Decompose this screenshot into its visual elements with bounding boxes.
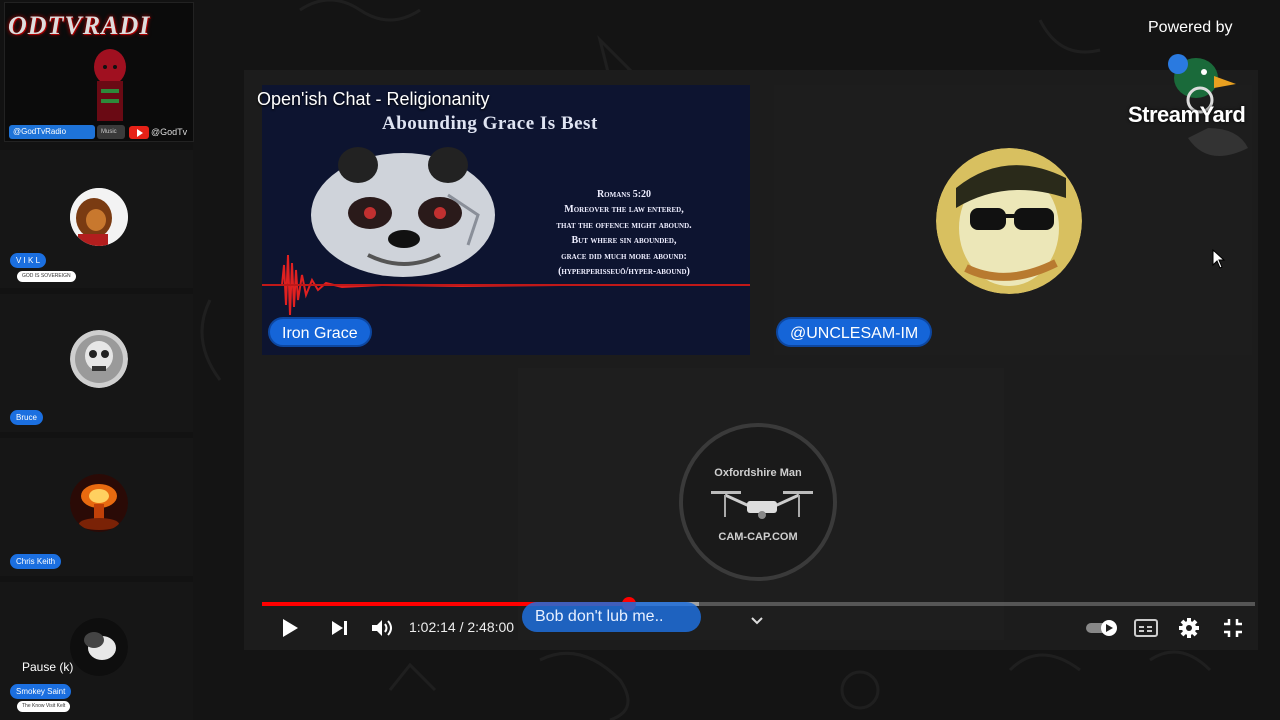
participant-name-label: @UNCLESAM-IM xyxy=(776,317,933,347)
guest-tile[interactable]: Bruce xyxy=(0,294,193,432)
play-button[interactable] xyxy=(275,614,305,642)
verse-line: that the offence might abound. xyxy=(556,219,692,231)
chevron-down-icon[interactable] xyxy=(750,616,764,626)
guest-name-badge: Chris Keith xyxy=(10,554,62,569)
social-badge-small: Music xyxy=(97,125,125,139)
channel-social-row: @GodTvRadio Music @GodTv xyxy=(9,125,193,141)
volume-button[interactable] xyxy=(367,614,397,642)
next-icon xyxy=(332,621,347,635)
hooded-figure-image xyxy=(94,49,126,121)
social-badge: @GodTvRadio xyxy=(9,125,95,139)
mouse-cursor-icon xyxy=(1212,249,1226,269)
powered-by-text: Powered by xyxy=(1148,19,1233,36)
play-icon xyxy=(283,619,298,637)
stream-title: Open'ish Chat - Religionanity xyxy=(257,89,490,109)
youtube-handle: @GodTv xyxy=(151,127,188,137)
guest-tile[interactable]: Smokey Saint The Know Visit Kelt xyxy=(0,582,193,720)
next-button[interactable] xyxy=(325,614,355,642)
logo-top-text: Oxfordshire Man xyxy=(714,467,802,479)
participant-name-label: Iron Grace xyxy=(268,317,372,347)
avatar xyxy=(70,330,128,388)
guest-name-badge: V I K L xyxy=(10,253,47,268)
channel-thumbnail: ODTVRADI @GodTvRadio Music @GodTv xyxy=(4,2,194,142)
channel-logo: ODTVRADI xyxy=(8,11,151,40)
guest-name-badge: Bruce xyxy=(10,410,43,425)
pause-tooltip: Pause (k) xyxy=(22,660,74,674)
progress-bar[interactable] xyxy=(262,597,1255,611)
logo-bottom-text: CAM-CAP.COM xyxy=(718,531,798,543)
audio-waveform xyxy=(262,254,750,316)
volume-icon xyxy=(372,620,392,636)
graphic-heading: Abounding Grace Is Best xyxy=(382,113,598,134)
guest-tile[interactable]: Chris Keith xyxy=(0,438,193,576)
guest-subtitle-badge: The Know Visit Kelt xyxy=(17,701,71,712)
avatar xyxy=(936,148,1082,294)
captions-icon xyxy=(1134,619,1158,637)
settings-button[interactable] xyxy=(1174,614,1204,642)
gear-icon xyxy=(1179,618,1199,638)
participants-sidebar: ODTVRADI @GodTvRadio Music @GodTv V I K … xyxy=(0,0,194,720)
avatar xyxy=(70,188,128,246)
guest-subtitle-badge: GOD IS SOVEREIGN xyxy=(17,271,76,282)
autoplay-toggle-icon xyxy=(1086,620,1117,636)
avatar xyxy=(70,618,128,676)
chapter-title[interactable]: Bob don't lub me.. xyxy=(522,602,701,632)
streamyard-logo-text: StreamYard xyxy=(1128,102,1246,127)
exit-fullscreen-icon xyxy=(1224,619,1242,637)
verse-line: Moreover the law entered, xyxy=(564,204,684,216)
verse-line: Romans 5:20 xyxy=(596,189,652,200)
exit-fullscreen-button[interactable] xyxy=(1218,614,1248,642)
autoplay-toggle[interactable] xyxy=(1084,614,1120,642)
avatar xyxy=(70,474,128,532)
channel-logo: Oxfordshire Man CAM-CAP.COM xyxy=(679,423,837,581)
youtube-icon xyxy=(129,126,149,139)
guest-name-badge: Smokey Saint xyxy=(10,684,72,699)
time-display: 1:02:14 / 2:48:00 xyxy=(409,619,515,635)
captions-button[interactable] xyxy=(1131,614,1161,642)
drone-icon xyxy=(711,491,813,519)
video-tile-iron-grace[interactable]: Abounding Grace Is Best Romans 5:20 More… xyxy=(262,85,750,355)
guest-tile[interactable]: V I K L GOD IS SOVEREIGN xyxy=(0,150,193,288)
